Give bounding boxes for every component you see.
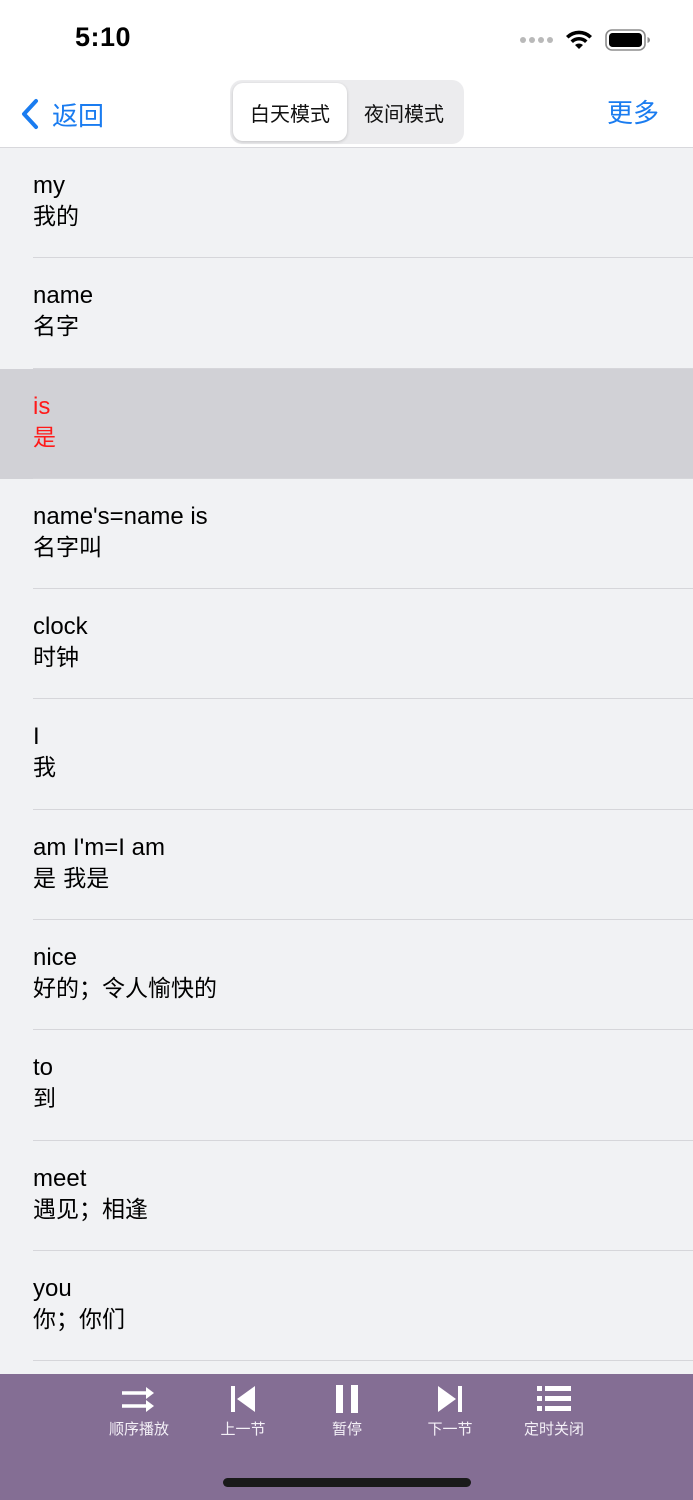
word-chinese: 名字叫 (33, 534, 102, 561)
cellular-signal-icon (520, 37, 553, 43)
day-mode-tab[interactable]: 白天模式 (233, 83, 347, 141)
list-icon (537, 1386, 571, 1411)
skip-next-icon (438, 1386, 462, 1412)
list-item[interactable]: my 我的 (0, 148, 693, 259)
word-chinese: 到 (33, 1086, 56, 1113)
word-english: I (33, 723, 40, 751)
next-section-button[interactable]: 下一节 (400, 1384, 500, 1439)
list-item[interactable]: you 你；你们 (0, 1251, 693, 1362)
status-bar: 5:10 (0, 0, 693, 80)
list-item[interactable]: am I'm=I am 是 我是 (0, 810, 693, 921)
pause-button[interactable]: 暂停 (297, 1384, 397, 1439)
pause-icon (336, 1385, 358, 1413)
chevron-left-icon (22, 99, 38, 129)
battery-icon (605, 29, 650, 51)
word-chinese: 名字 (33, 314, 79, 341)
word-english: clock (33, 613, 88, 641)
more-button[interactable]: 更多 (607, 94, 659, 134)
word-list: my 我的 name 名字 is 是 name's=name is 名字叫 cl… (0, 148, 693, 1374)
word-chinese: 遇见；相逢 (33, 1196, 148, 1223)
list-item[interactable]: name's=name is 名字叫 (0, 479, 693, 590)
back-label: 返回 (52, 101, 105, 132)
back-button[interactable]: 返回 (20, 94, 104, 134)
word-chinese: 好的；令人愉快的 (33, 976, 217, 1003)
word-chinese: 时钟 (33, 645, 79, 672)
night-mode-tab[interactable]: 夜间模式 (347, 83, 461, 141)
list-item[interactable]: nice 好的；令人愉快的 (0, 920, 693, 1031)
pause-label: 暂停 (331, 1420, 362, 1438)
timer-off-button[interactable]: 定时关闭 (504, 1384, 604, 1439)
word-english: name (33, 282, 94, 310)
home-indicator (223, 1478, 471, 1487)
list-item-current[interactable]: is 是 (0, 368, 693, 480)
word-english: meet (33, 1164, 87, 1192)
list-item[interactable]: meet 遇见；相逢 (0, 1141, 693, 1252)
word-english: to (33, 1054, 54, 1082)
word-english: name's=name is (33, 502, 208, 530)
word-english: nice (33, 944, 78, 972)
next-section-label: 下一节 (427, 1420, 473, 1438)
word-chinese: 是 我是 (33, 865, 110, 892)
repeat-order-icon (122, 1387, 154, 1412)
prev-section-label: 上一节 (220, 1420, 266, 1438)
timer-off-label: 定时关闭 (523, 1420, 584, 1438)
word-english: am I'm=I am (33, 833, 165, 861)
list-item[interactable]: name 名字 (0, 258, 693, 369)
prev-section-button[interactable]: 上一节 (193, 1384, 293, 1439)
word-english: my (33, 172, 65, 199)
order-play-button[interactable]: 顺序播放 (89, 1384, 189, 1439)
status-time: 5:10 (75, 22, 132, 52)
word-chinese: 我的 (33, 204, 79, 230)
list-item[interactable]: to 到 (0, 1030, 693, 1141)
order-play-label: 顺序播放 (108, 1420, 169, 1438)
word-chinese: 我 (33, 755, 56, 782)
status-icons (520, 28, 651, 52)
mode-segmented-control: 白天模式 夜间模式 (230, 80, 464, 144)
list-item[interactable]: clock 时钟 (0, 589, 693, 700)
list-item[interactable]: I 我 (0, 699, 693, 811)
word-english: you (33, 1274, 72, 1302)
word-chinese: 是 (33, 424, 56, 451)
word-chinese: 你；你们 (33, 1306, 125, 1333)
nav-bar: 返回 白天模式 夜间模式 更多 (0, 80, 693, 148)
wifi-icon (566, 30, 592, 49)
word-english: is (33, 392, 51, 420)
skip-previous-icon (231, 1386, 255, 1412)
